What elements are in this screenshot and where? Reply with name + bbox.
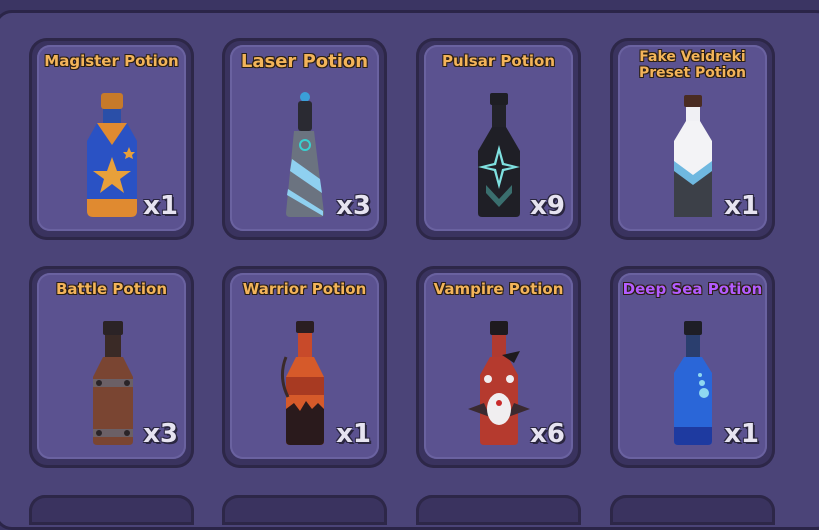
potion-name: Fake Veidreki Preset Potion bbox=[638, 49, 746, 81]
potion-slot-battle[interactable]: Battle Potion x3 bbox=[29, 266, 194, 468]
potion-quantity: x9 bbox=[530, 191, 565, 221]
potion-name: Battle Potion bbox=[55, 280, 168, 298]
fake-veidreki-potion-icon bbox=[673, 95, 712, 217]
potion-name: Pulsar Potion bbox=[441, 52, 556, 70]
potion-slot-partial[interactable] bbox=[610, 495, 775, 525]
potion-quantity: x3 bbox=[143, 419, 178, 449]
potion-slot-vampire[interactable]: Vampire Potion x6 bbox=[416, 266, 581, 468]
potion-card: Magister Potion x1 bbox=[37, 45, 186, 231]
potion-quantity: x1 bbox=[724, 191, 759, 221]
potion-name: Warrior Potion bbox=[242, 280, 367, 298]
potion-name: Laser Potion bbox=[240, 51, 369, 72]
potion-slot-partial[interactable] bbox=[222, 495, 387, 525]
magister-potion-icon bbox=[86, 93, 137, 217]
potion-slot-laser[interactable]: Laser Potion x3 bbox=[222, 38, 387, 240]
potion-name: Vampire Potion bbox=[433, 280, 564, 298]
potion-card: Laser Potion x3 bbox=[230, 45, 379, 231]
potion-quantity: x3 bbox=[336, 191, 371, 221]
potion-card: Vampire Potion x6 bbox=[424, 273, 573, 459]
potion-slot-fake-veidreki[interactable]: Fake Veidreki Preset Potion x1 bbox=[610, 38, 775, 240]
potion-quantity: x1 bbox=[724, 419, 759, 449]
potion-card: Fake Veidreki Preset Potion x1 bbox=[618, 45, 767, 231]
battle-potion-icon bbox=[92, 321, 133, 445]
potion-slot-partial[interactable] bbox=[416, 495, 581, 525]
potion-card: Deep Sea Potion x1 bbox=[618, 273, 767, 459]
pulsar-potion-icon bbox=[477, 93, 520, 217]
potion-name: Deep Sea Potion bbox=[622, 280, 763, 298]
vampire-potion-icon bbox=[467, 321, 530, 445]
potion-card: Battle Potion x3 bbox=[37, 273, 186, 459]
potion-quantity: x6 bbox=[530, 419, 565, 449]
potion-slot-warrior[interactable]: Warrior Potion x1 bbox=[222, 266, 387, 468]
warrior-potion-icon bbox=[280, 321, 324, 445]
potion-name: Magister Potion bbox=[44, 52, 179, 70]
potion-slot-pulsar[interactable]: Pulsar Potion x9 bbox=[416, 38, 581, 240]
potion-card: Warrior Potion x1 bbox=[230, 273, 379, 459]
potion-card: Pulsar Potion x9 bbox=[424, 45, 573, 231]
potion-slot-deep-sea[interactable]: Deep Sea Potion x1 bbox=[610, 266, 775, 468]
potion-quantity: x1 bbox=[143, 191, 178, 221]
potion-slot-partial[interactable] bbox=[29, 495, 194, 525]
potion-slot-magister[interactable]: Magister Potion x1 bbox=[29, 38, 194, 240]
laser-potion-icon bbox=[285, 92, 324, 217]
deep-sea-potion-icon bbox=[673, 321, 712, 445]
potion-quantity: x1 bbox=[336, 419, 371, 449]
